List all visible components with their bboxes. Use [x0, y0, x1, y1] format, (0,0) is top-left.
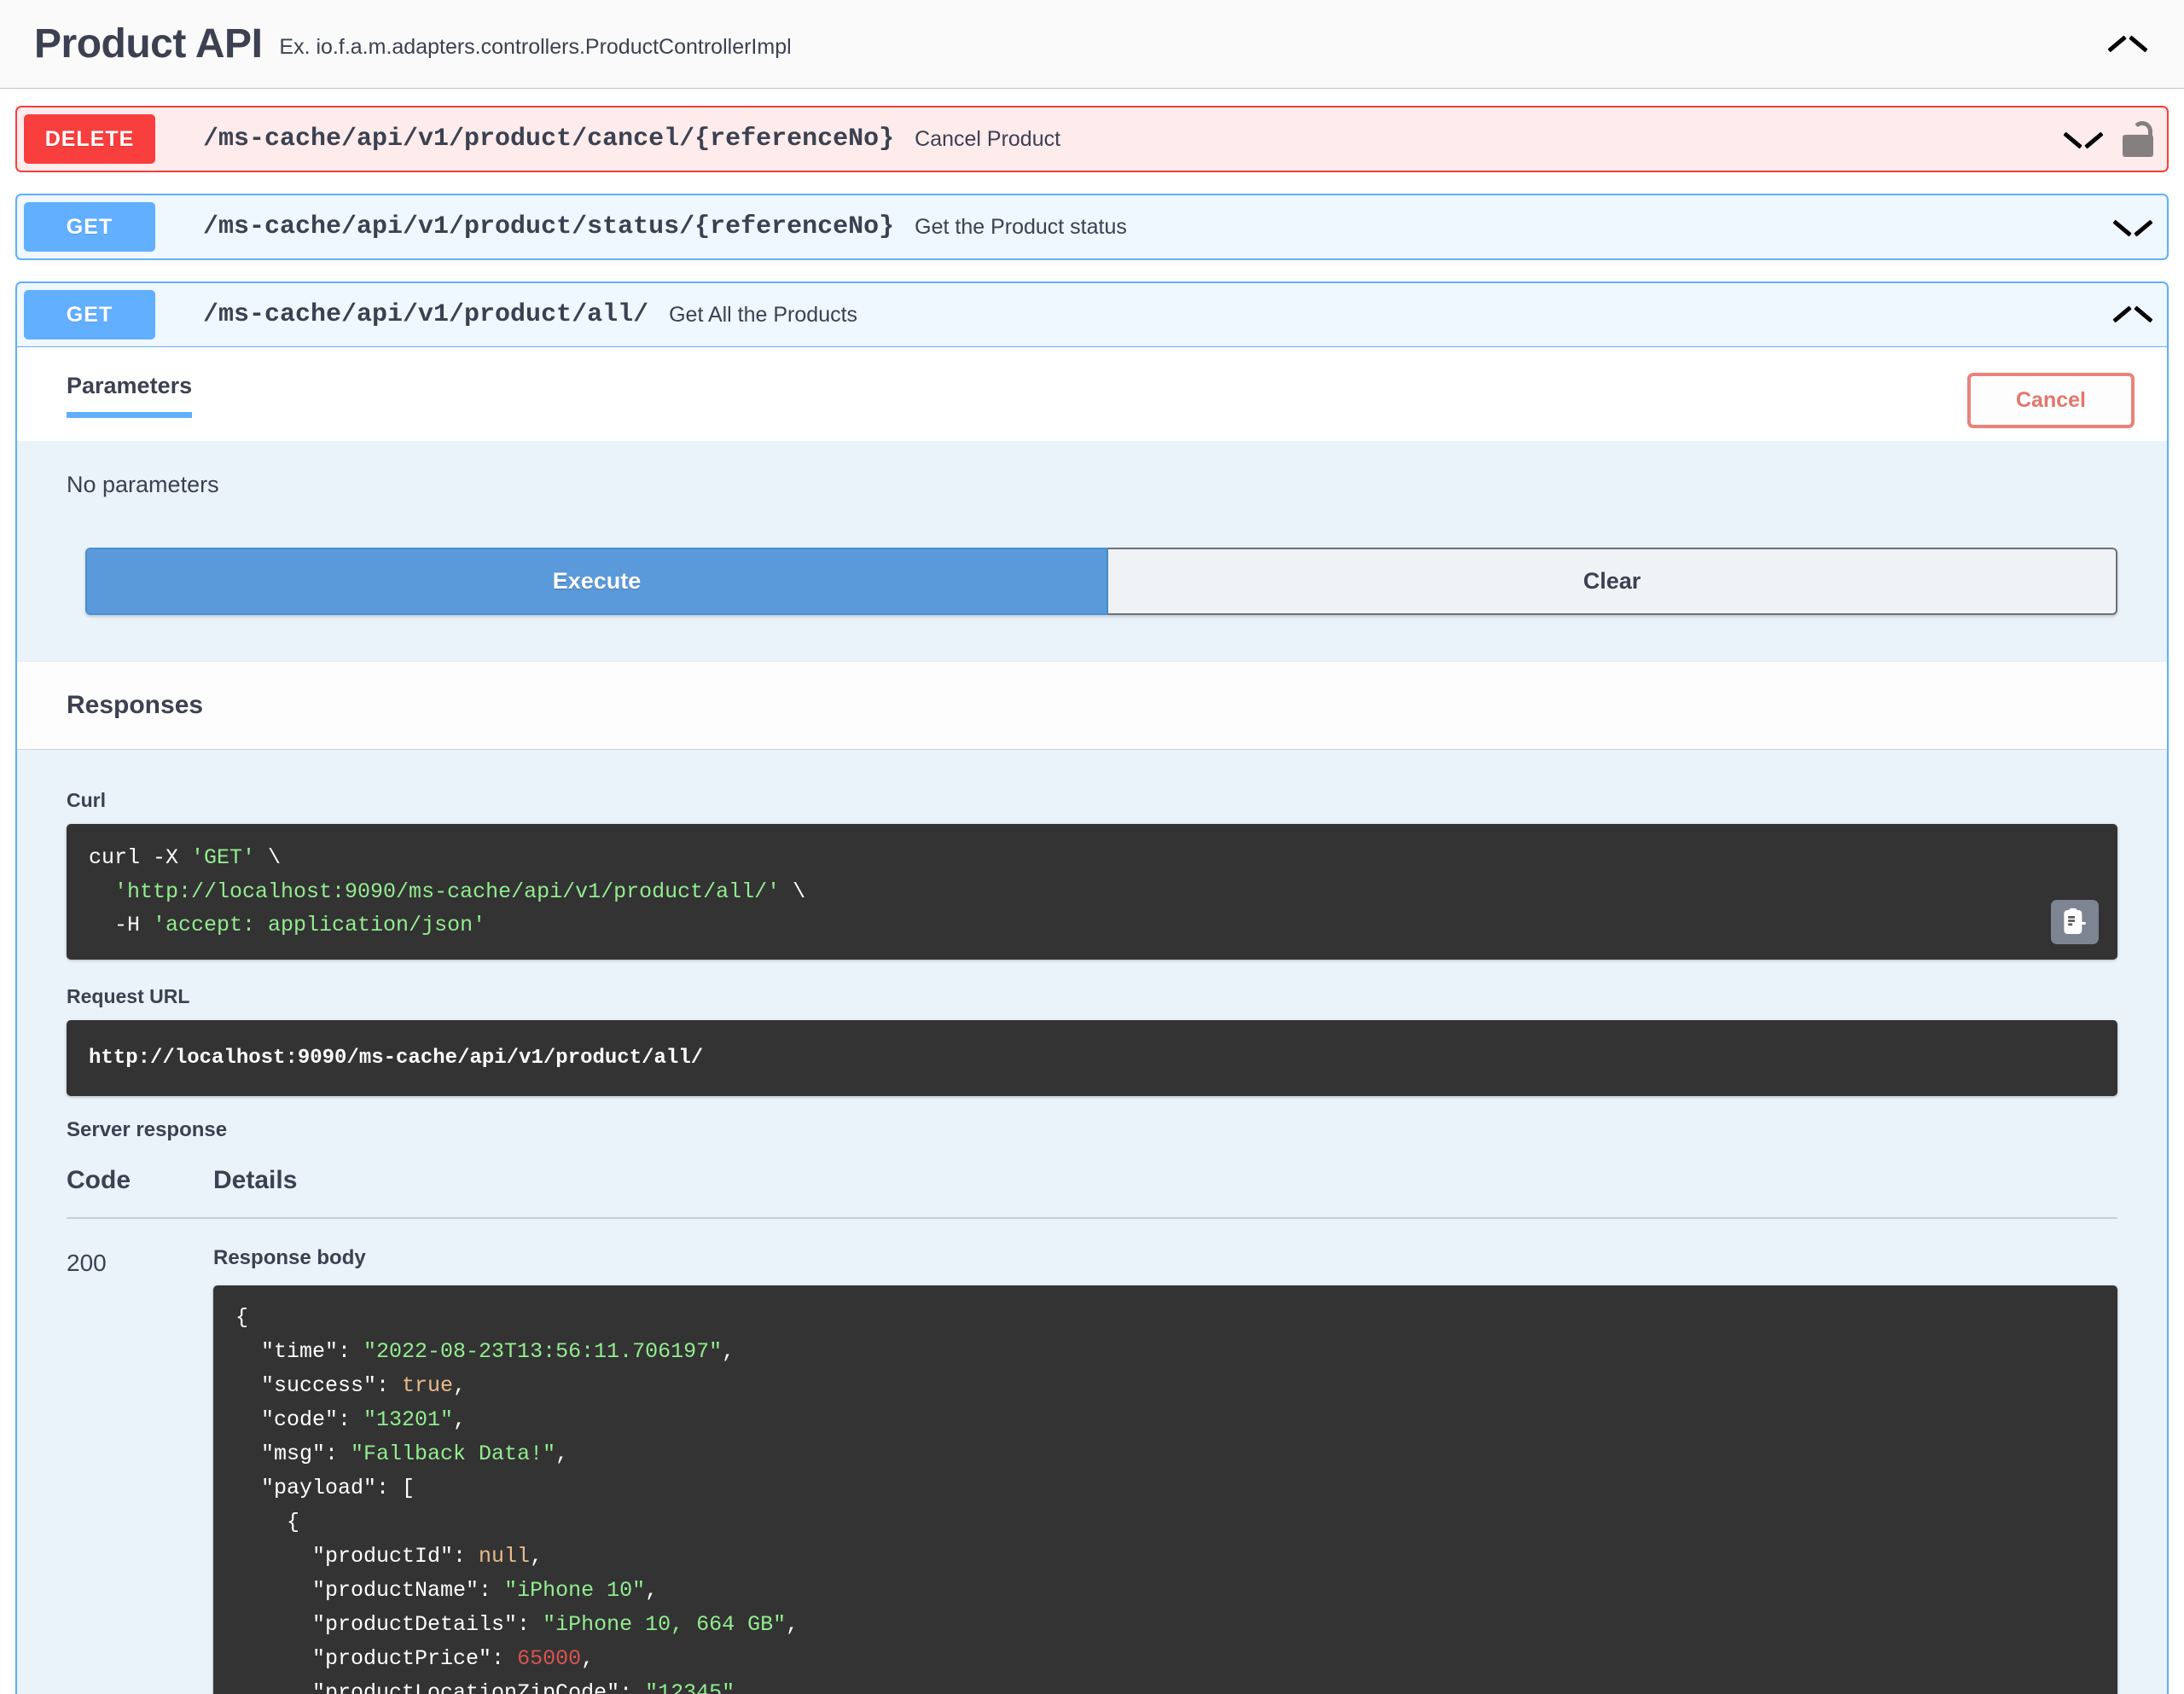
response-details: Response body { "time": "2022-08-23T13:5… — [213, 1246, 2117, 1694]
page-title: Product API — [34, 24, 262, 65]
copy-curl-button[interactable] — [2051, 900, 2099, 944]
json-content: { "time": "2022-08-23T13:56:11.706197", … — [235, 1305, 799, 1694]
execute-button[interactable]: Execute — [85, 548, 1108, 615]
operation-summary-text: Cancel Product — [915, 127, 1060, 152]
clipboard-copy-icon — [2060, 908, 2089, 937]
parameters-section: No parameters — [17, 441, 2167, 548]
operation-get-product-status[interactable]: GET /ms-cache/api/v1/product/status/{ref… — [15, 194, 2169, 260]
api-tag-header[interactable]: Product API Ex. io.f.a.m.adapters.contro… — [0, 0, 2184, 89]
execute-clear-row: Execute Clear — [17, 548, 2167, 661]
operation-summary-text: Get All the Products — [669, 303, 857, 328]
request-url-label: Request URL — [67, 985, 2117, 1008]
operation-summary-row[interactable]: GET /ms-cache/api/v1/product/all/ Get Al… — [17, 283, 2167, 347]
api-tag-description: Ex. io.f.a.m.adapters.controllers.Produc… — [279, 30, 791, 58]
chevron-down-icon[interactable] — [2114, 216, 2152, 238]
curl-line1-tail: \ — [255, 845, 281, 870]
response-table-header: Code Details — [67, 1166, 2117, 1219]
padlock-body — [2123, 135, 2153, 157]
clear-button[interactable]: Clear — [1108, 548, 2117, 615]
http-method-badge: DELETE — [24, 114, 155, 164]
operations-list: DELETE /ms-cache/api/v1/product/cancel/{… — [0, 106, 2184, 1694]
operation-summary-row[interactable]: GET /ms-cache/api/v1/product/status/{ref… — [17, 195, 2167, 258]
curl-label: Curl — [67, 789, 2117, 812]
curl-line2-string: 'http://localhost:9090/ms-cache/api/v1/p… — [89, 879, 780, 904]
request-url-block: http://localhost:9090/ms-cache/api/v1/pr… — [67, 1020, 2117, 1097]
chevron-down-icon[interactable] — [2065, 128, 2102, 150]
parameters-tab-row: Parameters Cancel — [17, 347, 2167, 441]
tab-parameters[interactable]: Parameters — [67, 373, 192, 418]
response-status-code: 200 — [67, 1246, 213, 1694]
responses-heading-band: Responses — [17, 661, 2167, 750]
column-header-details: Details — [213, 1166, 297, 1195]
operation-get-all-products[interactable]: GET /ms-cache/api/v1/product/all/ Get Al… — [15, 281, 2169, 1694]
operation-summary-text: Get the Product status — [915, 215, 1127, 240]
chevron-up-icon[interactable] — [2114, 304, 2152, 326]
operation-delete-cancel-product[interactable]: DELETE /ms-cache/api/v1/product/cancel/{… — [15, 106, 2169, 172]
http-method-badge: GET — [24, 202, 155, 252]
cancel-button[interactable]: Cancel — [1967, 373, 2135, 428]
operation-summary-row[interactable]: DELETE /ms-cache/api/v1/product/cancel/{… — [17, 107, 2167, 171]
curl-line1-cmd: curl -X — [89, 845, 191, 870]
server-response-label: Server response — [67, 1118, 2117, 1142]
http-method-badge: GET — [24, 290, 155, 339]
operation-path: /ms-cache/api/v1/product/all/ — [203, 300, 648, 329]
curl-line2-tail: \ — [780, 879, 805, 904]
response-row: 200 Response body { "time": "2022-08-23T… — [67, 1219, 2117, 1694]
operation-path: /ms-cache/api/v1/product/cancel/{referen… — [203, 125, 894, 154]
response-body-json: { "time": "2022-08-23T13:56:11.706197", … — [213, 1285, 2117, 1694]
operation-path: /ms-cache/api/v1/product/status/{referen… — [203, 212, 894, 241]
curl-line1-string: 'GET' — [191, 845, 255, 870]
swagger-ui-page: Product API Ex. io.f.a.m.adapters.contro… — [0, 0, 2184, 1694]
operation-body: Parameters Cancel No parameters Execute … — [17, 347, 2167, 1694]
responses-section: Curl curl -X 'GET' \ 'http://localhost:9… — [17, 750, 2167, 1694]
curl-line3-string: 'accept: application/json' — [153, 913, 485, 937]
curl-code-block: curl -X 'GET' \ 'http://localhost:9090/m… — [67, 824, 2117, 960]
chevron-up-icon[interactable] — [2109, 33, 2146, 55]
column-header-code: Code — [67, 1166, 213, 1195]
curl-line3-cmd: -H — [89, 913, 153, 937]
no-parameters-text: No parameters — [67, 472, 2117, 548]
response-body-label: Response body — [213, 1246, 2117, 1270]
responses-heading: Responses — [67, 691, 2117, 720]
unlocked-padlock-icon[interactable] — [2123, 121, 2153, 157]
